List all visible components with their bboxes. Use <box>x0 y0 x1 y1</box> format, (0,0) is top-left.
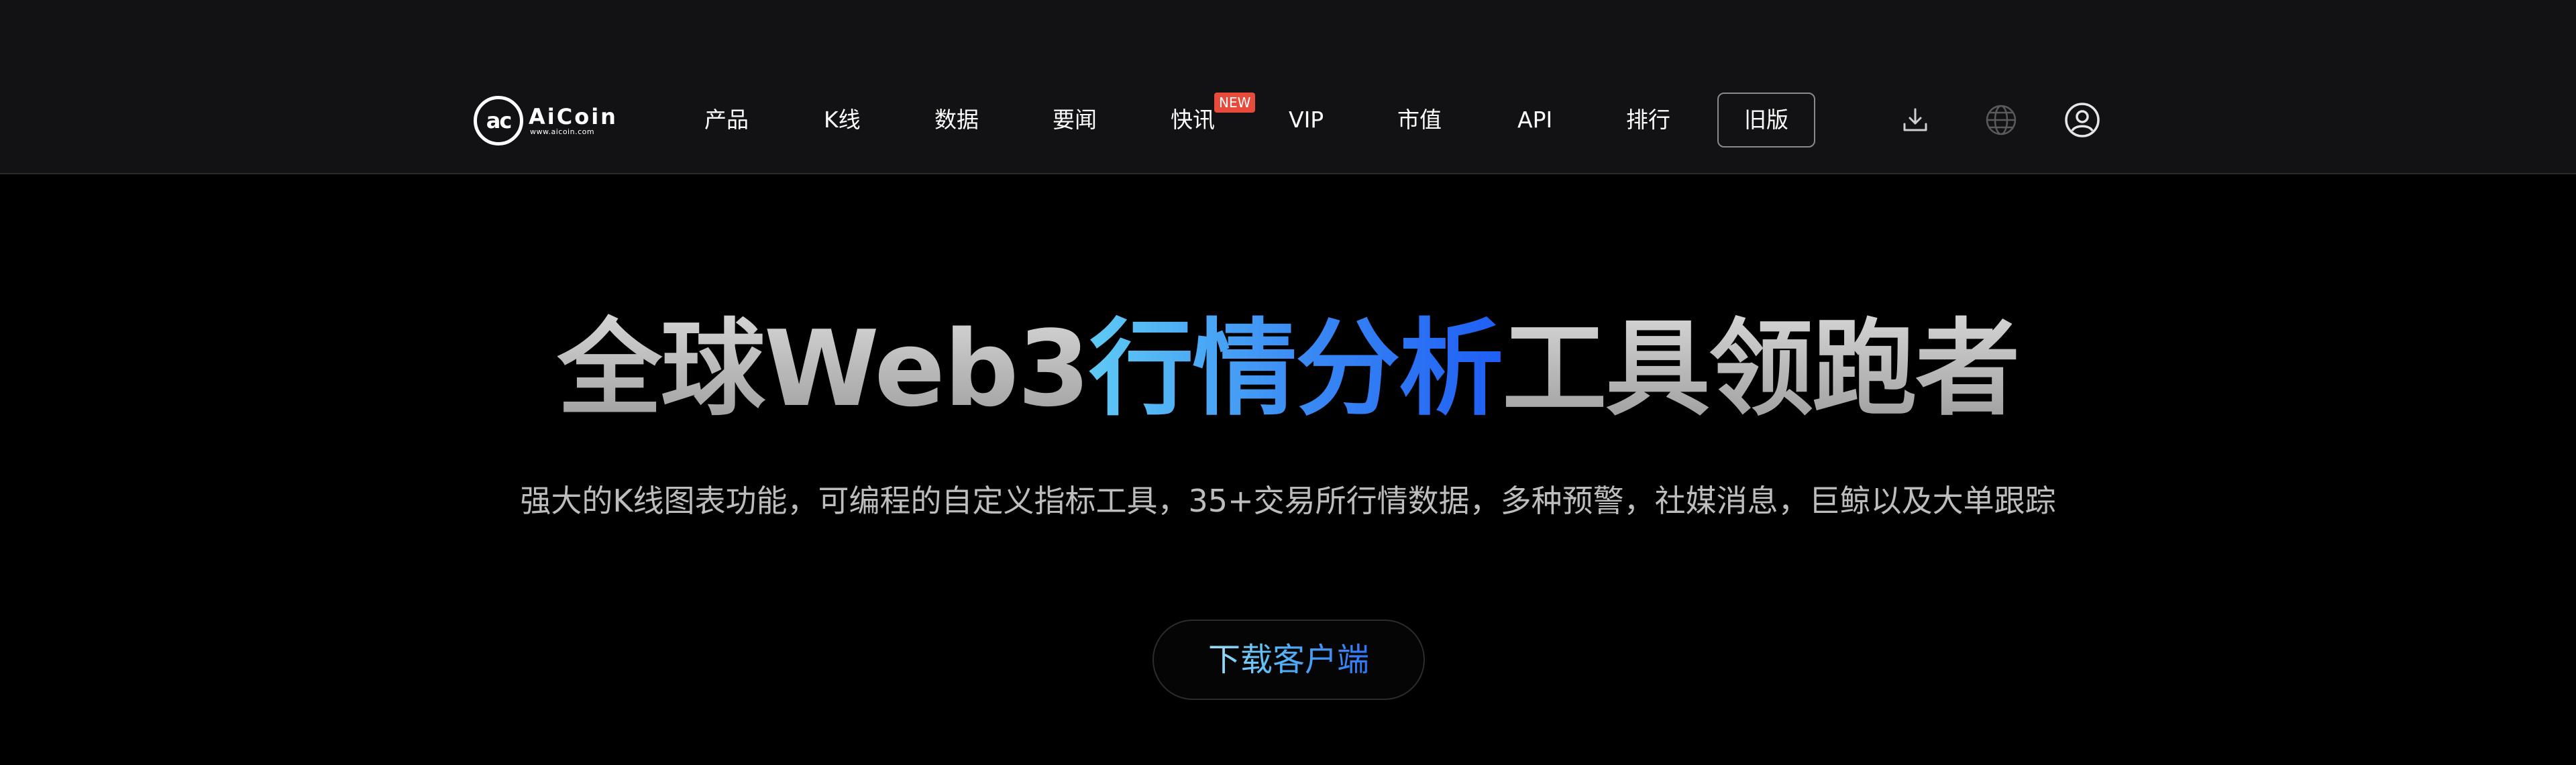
aicoin-logo[interactable]: ac AiCoin www.aicoin.com <box>474 94 618 148</box>
page: ac AiCoin www.aicoin.com 产品 K线 数据 要闻 快讯 … <box>0 0 2576 765</box>
hero-subtitle: 强大的K线图表功能，可编程的自定义指标工具，35+交易所行情数据，多种预警，社媒… <box>520 483 2056 519</box>
hero-title-highlight: 行情分析 <box>1089 308 1503 430</box>
nav-item-vip[interactable]: VIP <box>1289 102 1324 138</box>
hero-title-part1: 全球Web3 <box>557 308 1091 430</box>
nav-item-data[interactable]: 数据 <box>934 102 979 138</box>
nav-item-kline[interactable]: K线 <box>824 102 861 138</box>
hero-title: 全球Web3行情分析工具领跑者 <box>0 308 2576 429</box>
nav-item-api[interactable]: API <box>1517 102 1552 138</box>
nav-item-news[interactable]: 要闻 <box>1053 102 1097 138</box>
top-navigation-bar: ac AiCoin www.aicoin.com 产品 K线 数据 要闻 快讯 … <box>0 0 2576 174</box>
logo-url: www.aicoin.com <box>530 127 595 136</box>
logo-name: AiCoin <box>529 104 618 129</box>
download-client-button[interactable]: 下载客户端 <box>1152 620 1425 700</box>
logo-mark: ac <box>474 96 523 145</box>
nav-item-ranking[interactable]: 排行 <box>1626 102 1670 138</box>
new-badge: NEW <box>1214 93 1256 113</box>
nav-item-market-cap[interactable]: 市值 <box>1397 102 1442 138</box>
user-icon[interactable] <box>2063 101 2102 139</box>
hero-title-part2: 工具领跑者 <box>1502 308 2020 430</box>
logo-text: AiCoin www.aicoin.com <box>529 105 618 136</box>
legacy-version-button[interactable]: 旧版 <box>1717 93 1815 148</box>
nav-item-flash-news[interactable]: 快讯 <box>1171 102 1215 138</box>
download-client-label: 下载客户端 <box>1208 641 1369 679</box>
download-icon[interactable] <box>1896 101 1935 139</box>
globe-icon[interactable] <box>1982 101 2021 139</box>
nav-item-products[interactable]: 产品 <box>704 102 749 138</box>
